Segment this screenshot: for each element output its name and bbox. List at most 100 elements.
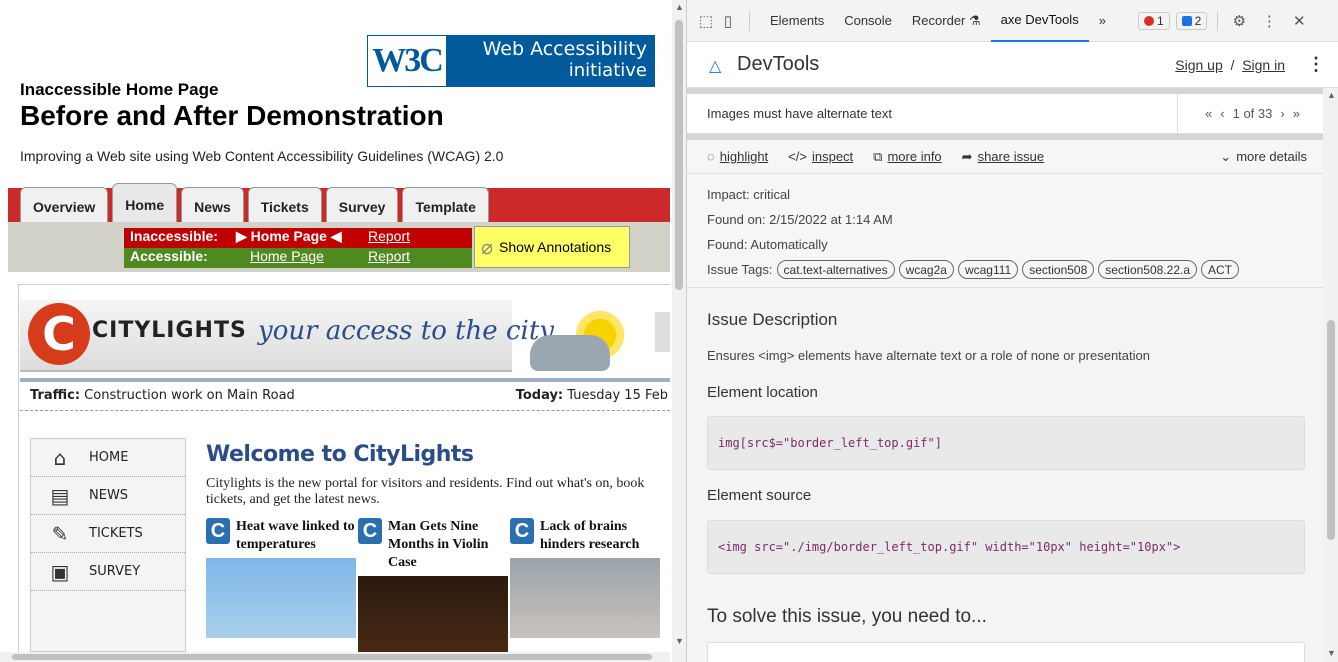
scroll-up-icon[interactable]: ▲ [675, 2, 684, 12]
paperclip-icon: ⌀ [481, 236, 494, 259]
devtools-tabbar: ⬚ ▯ Elements Console Recorder ⚗ axe DevT… [687, 0, 1338, 42]
wai-subtitle: initiative [568, 60, 647, 81]
ticket-icon: ✎ [51, 521, 69, 546]
site-name: CITYLIGHTS [92, 318, 247, 343]
tab-template[interactable]: Template [402, 187, 489, 226]
first-issue-icon[interactable]: « [1205, 106, 1212, 121]
auth-links: Sign up / Sign in [1175, 56, 1285, 73]
flask-icon: ⚗ [969, 12, 981, 28]
tag-badge: wcag111 [957, 260, 1019, 279]
banner-edge [655, 312, 670, 352]
issue-meta: Impact: critical Found on: 2/15/2022 at … [687, 174, 1327, 288]
welcome-intro: Citylights is the new portal for visitor… [206, 476, 645, 507]
tab-elements[interactable]: Elements [760, 0, 834, 42]
w3c-logo: W3C [367, 35, 447, 87]
tab-recorder[interactable]: Recorder ⚗ [902, 0, 991, 42]
share-issue-button[interactable]: ➦ share issue [962, 149, 1044, 165]
message-count-badge[interactable]: 2 [1175, 11, 1208, 30]
sidenav-item-tickets[interactable]: ✎ TICKETS [31, 515, 185, 553]
tab-home[interactable]: Home [112, 183, 178, 226]
scroll-up-icon[interactable]: ▲ [1327, 90, 1336, 100]
today-info: Today: Tuesday 15 Feb [515, 388, 668, 403]
close-icon[interactable]: ✕ [1288, 12, 1310, 30]
page-horizontal-scrollbar[interactable] [0, 652, 670, 662]
accessible-home-link[interactable]: Home Page [236, 248, 360, 268]
news-item[interactable]: C Lack of brains hinders research [510, 518, 660, 638]
axe-menu-icon[interactable]: ⋮ [1307, 54, 1325, 75]
next-issue-icon[interactable]: › [1280, 106, 1284, 121]
chevron-down-icon: ⌄ [1220, 148, 1232, 164]
show-annotations-button[interactable]: ⌀ Show Annotations [474, 226, 630, 268]
show-annotations-label: Show Annotations [499, 239, 612, 255]
highlight-icon: ◌ [707, 149, 715, 164]
error-count-badge[interactable]: 1 [1137, 11, 1170, 30]
screen: W3C Web Accessibility initiative Inacces… [0, 0, 1338, 662]
axe-title: DevTools [737, 53, 820, 75]
tab-axe-devtools[interactable]: axe DevTools [990, 0, 1089, 42]
sidenav-item-news[interactable]: ▤ NEWS [31, 477, 185, 515]
page-description: Improving a Web site using Web Content A… [20, 148, 504, 164]
inaccessible-report-link[interactable]: Report [360, 228, 472, 248]
highlight-button[interactable]: ◌ highlight [707, 149, 768, 164]
page-vertical-scrollbar[interactable]: ▲ ▼ [672, 0, 686, 662]
element-source-code[interactable]: <img src="./img/border_left_top.gif" wid… [707, 520, 1305, 574]
news-title[interactable]: Lack of brains hinders research [540, 518, 660, 554]
news-title[interactable]: Heat wave linked to temperatures [236, 518, 356, 554]
sidenav-item-home[interactable]: ⌂ HOME [31, 439, 185, 477]
more-tabs-button[interactable]: » [1089, 0, 1116, 42]
news-c-icon: C [358, 518, 382, 544]
tab-news[interactable]: News [181, 187, 244, 226]
tag-badge: section508 [1022, 260, 1095, 279]
settings-gear-icon[interactable]: ⚙ [1228, 12, 1250, 30]
traffic-info: Traffic: Construction work on Main Road [30, 388, 295, 403]
last-issue-icon[interactable]: » [1293, 106, 1300, 121]
inaccessible-label: Inaccessible: [130, 228, 218, 244]
accessible-label: Accessible: [130, 248, 208, 264]
code-icon: </> [788, 149, 807, 164]
wai-title: Web Accessibility [482, 38, 647, 60]
device-toolbar-icon[interactable]: ▯ [717, 12, 739, 30]
scroll-down-icon[interactable]: ▼ [675, 636, 684, 646]
tab-survey[interactable]: Survey [325, 187, 399, 226]
news-icon: ▤ [50, 483, 70, 508]
citylights-logo-icon: C [28, 303, 90, 365]
survey-icon: ▣ [50, 559, 70, 584]
banner-divider [20, 378, 670, 382]
site-tabs: Overview Home News Tickets Survey Templa… [20, 183, 489, 226]
w3c-wai-logo[interactable]: W3C Web Accessibility initiative [367, 35, 655, 87]
news-image [358, 576, 508, 656]
accessible-report-link[interactable]: Report [360, 248, 472, 268]
more-details-toggle[interactable]: ⌄ more details [1220, 149, 1307, 165]
more-options-icon[interactable]: ⋮ [1258, 12, 1280, 30]
impact-text: Impact: critical [707, 187, 791, 202]
issue-name: Images must have alternate text [707, 106, 892, 121]
version-nav: Inaccessible: ▶ Home Page ◀ Report Acces… [124, 228, 472, 268]
found-how-text: Found: Automatically [707, 237, 828, 252]
solve-heading: To solve this issue, you need to... [707, 606, 987, 627]
issue-description-heading: Issue Description [707, 310, 838, 329]
tab-console[interactable]: Console [834, 0, 902, 42]
scroll-down-icon[interactable]: ▼ [1327, 648, 1336, 658]
news-title[interactable]: Man Gets Nine Months in Violin Case [388, 518, 508, 572]
tag-badge: ACT [1201, 260, 1239, 279]
element-source-heading: Element source [707, 487, 812, 504]
sidenav-item-survey[interactable]: ▣ SURVEY [31, 553, 185, 591]
tab-overview[interactable]: Overview [20, 187, 109, 226]
welcome-heading: Welcome to CityLights [206, 442, 474, 467]
inspect-element-icon[interactable]: ⬚ [695, 12, 717, 30]
tab-tickets[interactable]: Tickets [247, 187, 322, 226]
more-info-button[interactable]: ⧉ more info [873, 149, 942, 165]
news-c-icon: C [510, 518, 534, 544]
inaccessible-home-link: ▶ Home Page ◀ [236, 228, 342, 244]
page-title: Before and After Demonstration [20, 100, 444, 131]
cloud-icon [530, 335, 610, 371]
inspect-button[interactable]: </> inspect [788, 149, 853, 164]
element-location-code[interactable]: img[src$="border_left_top.gif"] [707, 416, 1305, 470]
prev-issue-icon[interactable]: ‹ [1220, 106, 1224, 121]
issue-header: Images must have alternate text « ‹ 1 of… [687, 93, 1327, 134]
devtools-scrollbar[interactable]: ▲ ▼ [1323, 88, 1338, 662]
news-item[interactable]: C Man Gets Nine Months in Violin Case [358, 518, 508, 656]
news-item[interactable]: C Heat wave linked to temperatures [206, 518, 356, 638]
sign-up-link[interactable]: Sign up [1175, 57, 1222, 73]
sign-in-link[interactable]: Sign in [1242, 57, 1285, 73]
